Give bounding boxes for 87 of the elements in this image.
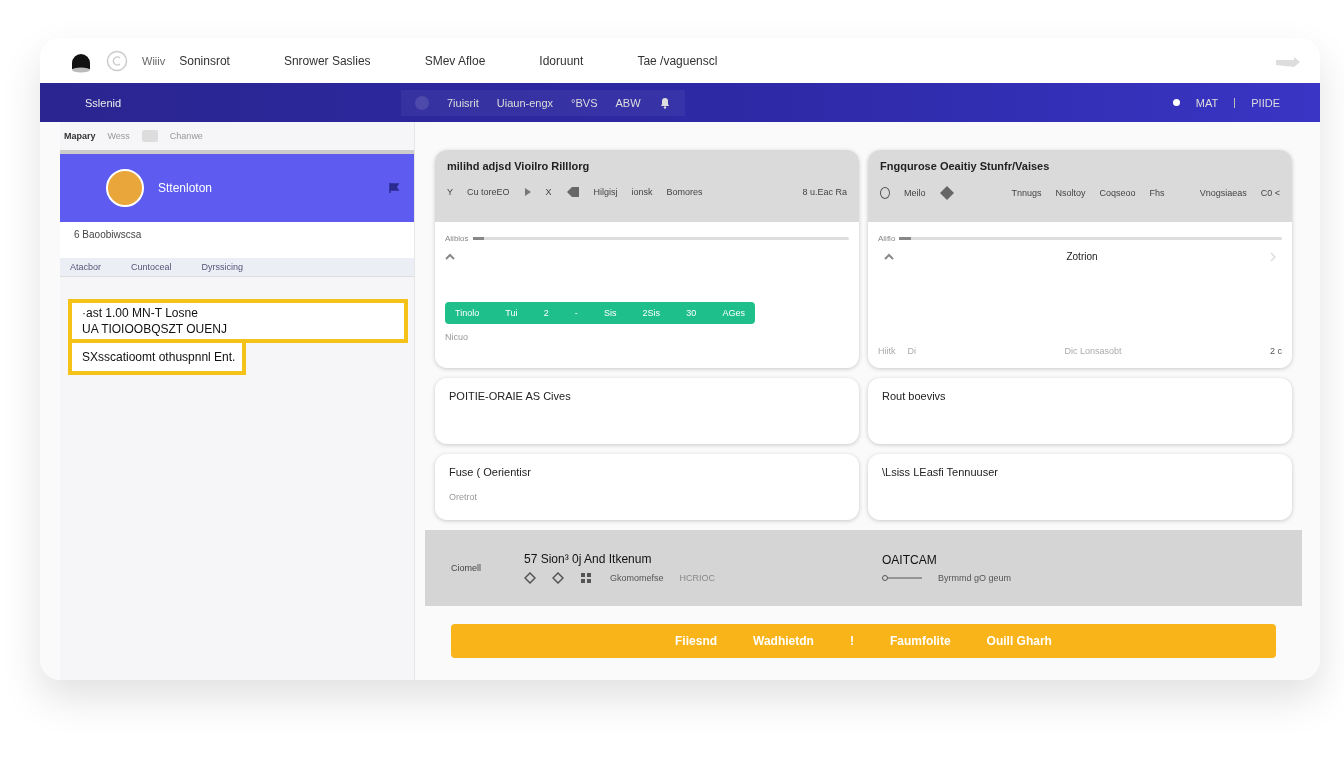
diamond-icon[interactable] xyxy=(939,186,954,200)
toolbar-label: 8 u.Eac Ra xyxy=(802,187,847,197)
header-link[interactable]: PIIDE xyxy=(1251,96,1280,109)
pill-label: Sis xyxy=(603,308,617,318)
toolbar-label: X xyxy=(545,187,552,197)
tab[interactable]: Atacbor xyxy=(70,262,102,272)
toolbar-label: C0 < xyxy=(1260,188,1280,198)
footer-label: Di xyxy=(907,346,916,356)
toolbar-label: Vnogsiaeas xyxy=(1199,188,1247,198)
summary-code: HCRIOC xyxy=(679,573,716,583)
toolbar-label: Chanwe xyxy=(169,131,203,141)
card[interactable]: Rout boevivs xyxy=(868,378,1292,444)
flag-icon[interactable] xyxy=(388,182,400,194)
card-title: Fuse ( Oerientisr xyxy=(449,466,532,478)
circle-icon xyxy=(106,49,128,72)
summary-caption: Gkomomefse xyxy=(610,573,664,583)
summary-title: OAITCAM xyxy=(882,553,938,567)
slider[interactable]: Aiiblos xyxy=(445,234,849,243)
toolbar-label: Cu toreEO xyxy=(467,187,510,197)
toolbar-label: Tnnugs xyxy=(1011,188,1042,198)
app-title: Sslenid xyxy=(85,96,123,109)
summary-label: Ciomell xyxy=(451,563,482,573)
note-text: ·ast 1.00 MN-T Losne xyxy=(82,305,199,321)
toolbar-label: Y xyxy=(447,187,453,197)
header-link[interactable]: ABW xyxy=(615,96,641,109)
footer-label: Hiitk xyxy=(878,346,896,356)
toolbar-label: Wess xyxy=(107,131,130,141)
center-label: Zotrion xyxy=(1066,251,1098,262)
footer-label: 2 c xyxy=(1270,346,1282,356)
profile-name: Sttenloton xyxy=(158,181,213,195)
card-title: Rout boevivs xyxy=(882,390,947,402)
slider-label: Aiiblos xyxy=(445,234,469,243)
slider[interactable]: Aiiflo xyxy=(878,234,1282,243)
avatar xyxy=(106,169,144,207)
line-icon xyxy=(882,575,922,581)
tag-icon[interactable] xyxy=(565,186,580,198)
summary-title: 57 Sion³ 0j And Itkenum xyxy=(524,552,653,566)
toolbar-label: ionsk xyxy=(631,187,653,197)
header-link[interactable]: Uiaun-engx xyxy=(496,96,554,109)
pill-label: - xyxy=(574,308,578,318)
toolbar-label: Fhs xyxy=(1149,188,1165,198)
grid-icon[interactable] xyxy=(580,572,594,584)
status-dot-icon xyxy=(1172,99,1180,106)
pill-label: Tui xyxy=(505,308,518,318)
chevron-up-icon[interactable] xyxy=(884,253,894,260)
card[interactable]: POITIE-ORAIE AS Cives xyxy=(435,378,859,444)
toolbar-label: Coqseoo xyxy=(1099,188,1136,198)
slider-label: Aiiflo xyxy=(878,234,896,243)
chevron-up-icon[interactable] xyxy=(445,253,455,260)
panel-title: Fngqurose Oeaitiy Stunfr/Vaises xyxy=(880,160,1051,172)
diamond-icon[interactable] xyxy=(524,572,536,584)
nav-link[interactable]: Soninsrot xyxy=(179,53,230,68)
header-link[interactable]: °BVS xyxy=(571,96,598,109)
pill-label: 2Sis xyxy=(642,308,661,318)
nav-link[interactable]: SMev Afloe xyxy=(424,53,486,68)
toolbar-label: Mapary xyxy=(64,131,96,141)
tab[interactable]: Dyrssicing xyxy=(201,262,244,272)
nav-link[interactable]: Idoruunt xyxy=(539,53,584,68)
nav-link[interactable]: Snrower Saslies xyxy=(283,53,371,68)
circle-icon xyxy=(415,95,429,110)
nav-link[interactable]: Wiiiv xyxy=(142,54,166,67)
card-title: POITIE-ORAIE AS Cives xyxy=(449,390,572,402)
play-icon[interactable] xyxy=(523,188,532,196)
toolbar-label: Nsoltoy xyxy=(1055,188,1086,198)
note-text: UA TIOIOOBQSZT OUENJ xyxy=(82,321,228,337)
card[interactable]: Fuse ( Oerientisr Oretrot xyxy=(435,454,859,520)
tab[interactable]: Cuntoceal xyxy=(131,262,172,272)
toolbar-label: Meilo xyxy=(904,188,926,198)
caption: Nicuo xyxy=(445,332,469,342)
bell-icon[interactable] xyxy=(658,96,671,109)
header-link[interactable]: 7iuisrit xyxy=(447,96,479,109)
pill-label: 2 xyxy=(543,308,549,318)
toolbar-label: Bomores xyxy=(666,187,703,197)
pill-label: AGes xyxy=(722,308,745,318)
card[interactable]: \Lsiss LEasfi Tennuuser xyxy=(868,454,1292,520)
pill-label: Tinolo xyxy=(455,308,480,318)
header-link[interactable]: MAT xyxy=(1195,96,1219,109)
card-title: \Lsiss LEasfi Tennuuser xyxy=(882,466,999,478)
summary-caption: Byrmmd gO geum xyxy=(938,573,1012,583)
panel-title: milihd adjsd Vioilro Rilllorg xyxy=(447,160,591,172)
nav-link[interactable]: Tae /vaguenscl xyxy=(637,53,718,68)
profile-subtitle: 6 Baoobiwscsa xyxy=(60,222,414,258)
card-subtitle: Oretrot xyxy=(449,492,478,502)
diamond-icon[interactable] xyxy=(552,572,564,584)
footer-label: Dic Lonsasobt xyxy=(1064,346,1122,356)
pill-label: 30 xyxy=(686,308,697,318)
toolbar-label: Hilgisj xyxy=(593,187,618,197)
